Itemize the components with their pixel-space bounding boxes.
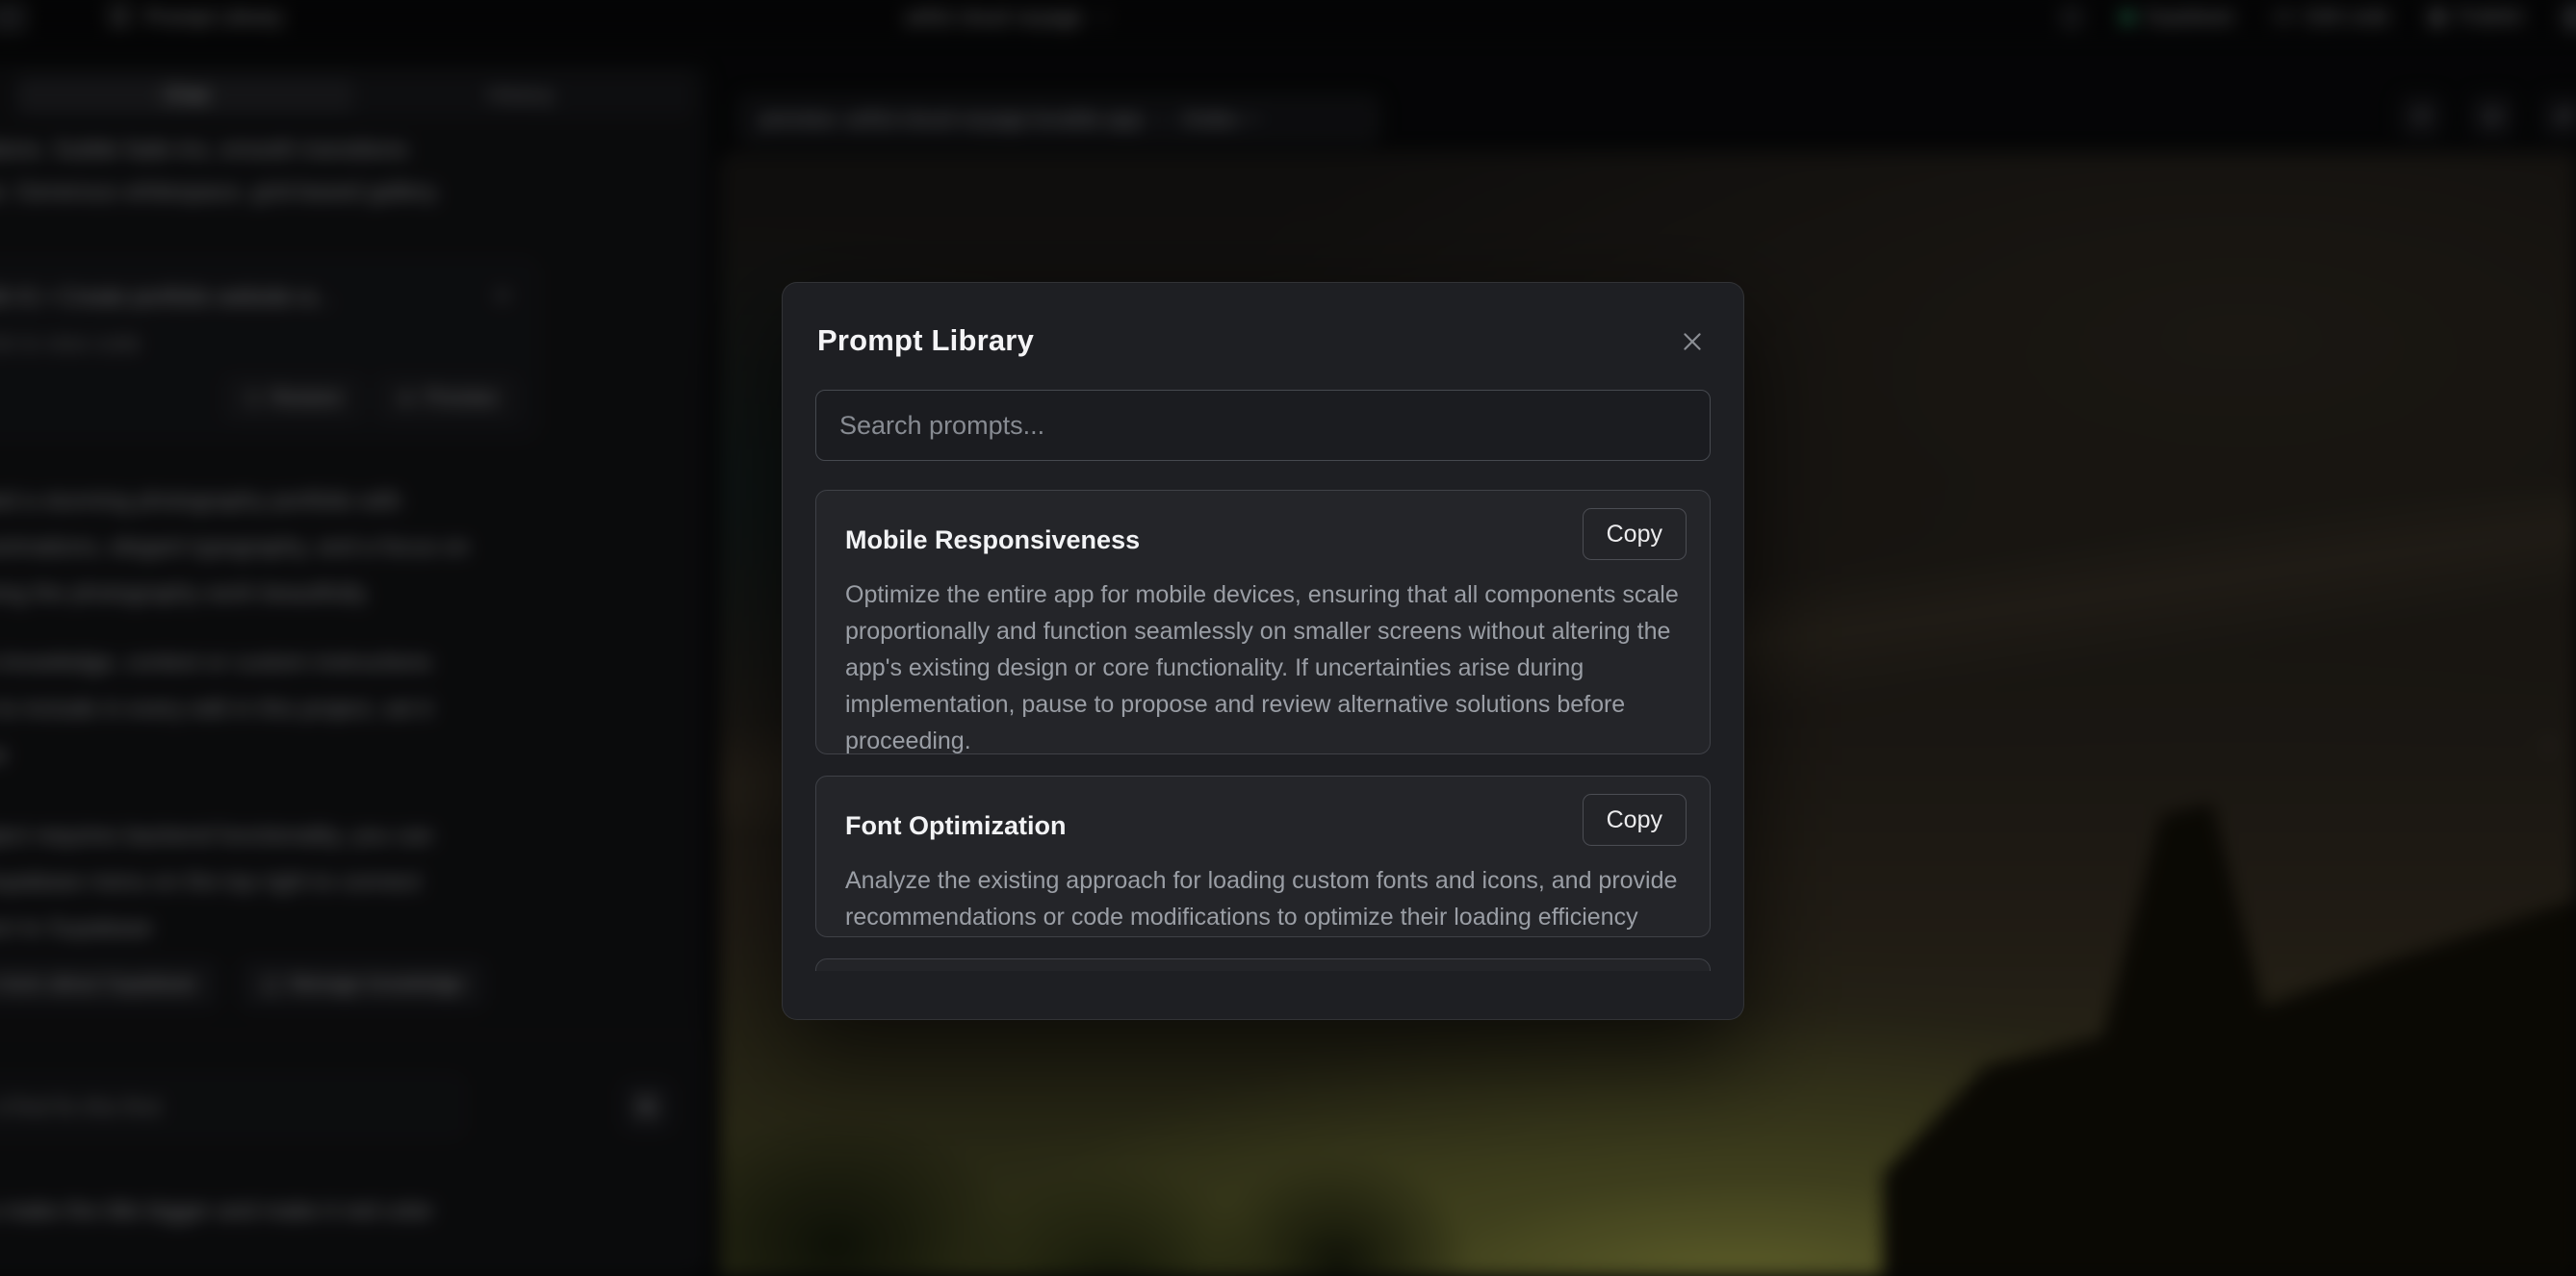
close-button[interactable] <box>1676 325 1709 361</box>
prompt-card: Copy Font Optimization Analyze the exist… <box>815 776 1711 937</box>
screen: Prompt Library artful cloud voyage Supab… <box>0 0 2576 1276</box>
search-input[interactable] <box>815 390 1711 461</box>
prompt-card: Copy Mobile Responsiveness Optimize the … <box>815 490 1711 754</box>
prompt-card-partial <box>815 958 1711 971</box>
prompt-title: Font Optimization <box>845 811 1681 841</box>
prompt-library-modal: Prompt Library Copy Mobile Responsivenes… <box>782 282 1744 1020</box>
copy-button[interactable]: Copy <box>1583 794 1687 846</box>
copy-button[interactable]: Copy <box>1583 508 1687 560</box>
close-icon <box>1680 329 1705 354</box>
prompt-body: Analyze the existing approach for loadin… <box>845 862 1681 935</box>
prompt-list: Copy Mobile Responsiveness Optimize the … <box>815 490 1711 971</box>
prompt-title: Mobile Responsiveness <box>845 525 1681 555</box>
prompt-body: Optimize the entire app for mobile devic… <box>845 576 1681 754</box>
modal-title: Prompt Library <box>817 323 1034 358</box>
